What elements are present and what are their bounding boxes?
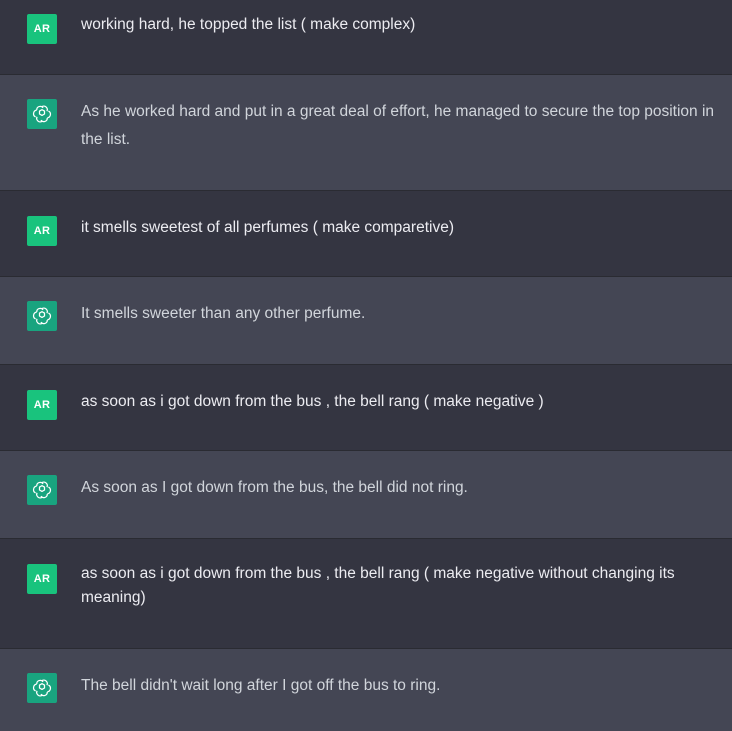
openai-logo-icon xyxy=(32,481,52,499)
message-text: It smells sweeter than any other perfume… xyxy=(81,305,366,322)
user-avatar: AR xyxy=(27,216,57,246)
openai-logo-icon xyxy=(32,105,52,123)
assistant-message: As soon as I got down from the bus, the … xyxy=(0,451,732,539)
message-text: as soon as i got down from the bus , the… xyxy=(81,393,544,410)
assistant-message: It smells sweeter than any other perfume… xyxy=(0,277,732,365)
user-message: AR as soon as i got down from the bus , … xyxy=(0,365,732,451)
user-message: AR it smells sweetest of all perfumes ( … xyxy=(0,191,732,277)
user-avatar: AR xyxy=(27,390,57,420)
openai-logo-icon xyxy=(32,679,52,697)
message-text: it smells sweetest of all perfumes ( mak… xyxy=(81,219,454,236)
chat-thread: AR working hard, he topped the list ( ma… xyxy=(0,0,732,731)
openai-logo-icon xyxy=(32,307,52,325)
user-message: AR as soon as i got down from the bus , … xyxy=(0,539,732,649)
user-avatar: AR xyxy=(27,14,57,44)
message-text: The bell didn't wait long after I got of… xyxy=(81,677,441,694)
message-text: as soon as i got down from the bus , the… xyxy=(81,565,675,606)
assistant-avatar xyxy=(27,475,57,505)
assistant-message: The bell didn't wait long after I got of… xyxy=(0,649,732,731)
message-text: working hard, he topped the list ( make … xyxy=(81,16,416,33)
assistant-message: As he worked hard and put in a great dea… xyxy=(0,75,732,191)
assistant-avatar xyxy=(27,301,57,331)
assistant-avatar xyxy=(27,673,57,703)
assistant-avatar xyxy=(27,99,57,129)
message-text: As soon as I got down from the bus, the … xyxy=(81,479,468,496)
user-message: AR working hard, he topped the list ( ma… xyxy=(0,0,732,75)
user-avatar: AR xyxy=(27,564,57,594)
message-text: As he worked hard and put in a great dea… xyxy=(81,103,715,148)
